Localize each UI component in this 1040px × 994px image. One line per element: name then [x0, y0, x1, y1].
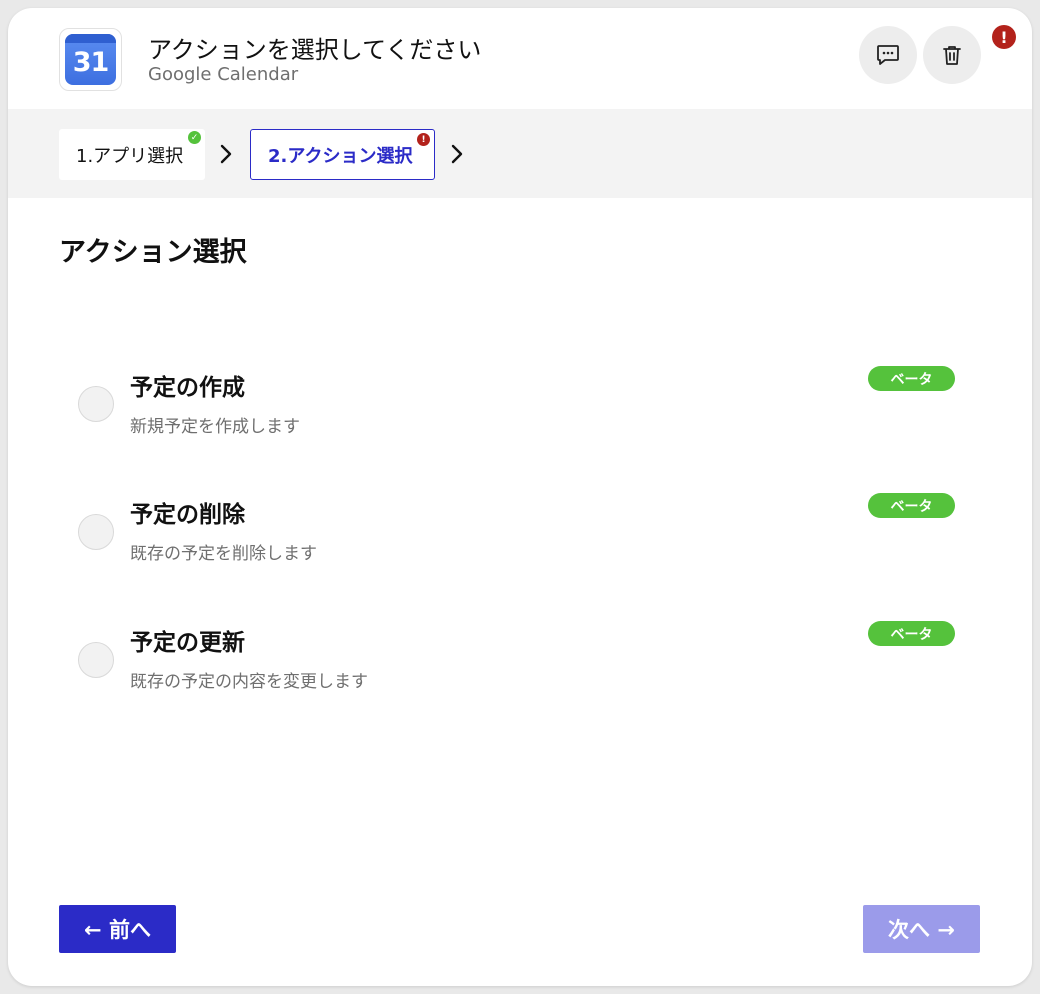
previous-button[interactable]: ← 前へ	[59, 905, 176, 953]
comment-button[interactable]	[859, 26, 917, 84]
error-indicator: !	[992, 25, 1016, 49]
chevron-right-icon	[451, 144, 463, 164]
next-button[interactable]: 次へ →	[863, 905, 980, 953]
chevron-right-icon	[220, 144, 232, 164]
calendar-icon: 31	[65, 34, 116, 85]
step-label: 2.アクション選択	[268, 145, 413, 167]
action-option-create[interactable]: 予定の作成 新規予定を作成します ベータ	[76, 366, 966, 468]
page-title: アクションを選択してください	[148, 36, 482, 64]
action-option-delete[interactable]: 予定の削除 既存の予定を削除します ベータ	[76, 493, 966, 595]
google-calendar-app-icon: 31	[59, 28, 122, 91]
action-select-panel: 31 アクションを選択してください Google Calendar ! 1.アプ…	[8, 8, 1032, 986]
app-name: Google Calendar	[148, 64, 299, 85]
option-title: 予定の作成	[130, 375, 245, 401]
beta-badge: ベータ	[868, 493, 955, 518]
step-label: 1.アプリ選択	[76, 145, 184, 167]
beta-badge: ベータ	[868, 366, 955, 391]
option-title: 予定の更新	[130, 630, 245, 656]
option-title: 予定の削除	[130, 502, 245, 528]
radio-button[interactable]	[78, 514, 114, 550]
trash-icon	[943, 46, 961, 65]
beta-badge: ベータ	[868, 621, 955, 646]
option-description: 既存の予定の内容を変更します	[130, 672, 368, 692]
error-icon: !	[417, 133, 430, 146]
option-description: 既存の予定を削除します	[130, 544, 317, 564]
step-navigation: 1.アプリ選択 ✓ 2.アクション選択 !	[8, 109, 1032, 198]
step-app-select[interactable]: 1.アプリ選択 ✓	[59, 129, 205, 180]
radio-button[interactable]	[78, 642, 114, 678]
check-icon: ✓	[188, 131, 201, 144]
section-title: アクション選択	[59, 237, 247, 268]
comment-icon	[877, 45, 899, 65]
step-action-select[interactable]: 2.アクション選択 !	[250, 129, 435, 180]
delete-button[interactable]	[923, 26, 981, 84]
action-option-update[interactable]: 予定の更新 既存の予定の内容を変更します ベータ	[76, 621, 966, 723]
option-description: 新規予定を作成します	[130, 417, 300, 437]
radio-button[interactable]	[78, 386, 114, 422]
